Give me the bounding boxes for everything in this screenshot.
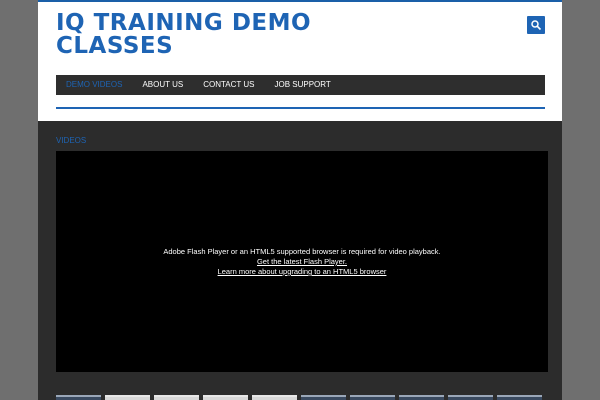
player-requirement-text: Adobe Flash Player or an HTML5 supported… (163, 247, 441, 256)
video-thumbnail[interactable] (350, 395, 395, 400)
page-container: IQ TRAINING DEMO CLASSES DEMO VIDEOS ABO… (38, 0, 562, 400)
nav-item-contact-us[interactable]: CONTACT US (193, 75, 264, 95)
video-thumbnail[interactable] (301, 395, 346, 400)
video-thumbnail[interactable] (203, 395, 248, 400)
nav-item-job-support[interactable]: JOB SUPPORT (264, 75, 340, 95)
main-nav: DEMO VIDEOS ABOUT US CONTACT US JOB SUPP… (56, 75, 545, 95)
video-thumbnail[interactable] (252, 395, 297, 400)
player-message: Adobe Flash Player or an HTML5 supported… (56, 247, 548, 277)
video-thumbnail[interactable] (497, 395, 542, 400)
flash-player-link[interactable]: Get the latest Flash Player. (56, 257, 548, 267)
site-header: IQ TRAINING DEMO CLASSES DEMO VIDEOS ABO… (38, 0, 562, 121)
video-thumbnail[interactable] (105, 395, 150, 400)
nav-item-about-us[interactable]: ABOUT US (132, 75, 193, 95)
nav-item-demo-videos[interactable]: DEMO VIDEOS (56, 75, 132, 95)
video-thumbnails (56, 395, 548, 400)
html5-upgrade-link[interactable]: Learn more about upgrading to an HTML5 b… (56, 267, 548, 277)
video-player[interactable]: Adobe Flash Player or an HTML5 supported… (56, 151, 548, 372)
nav-divider (56, 107, 545, 109)
section-title: VIDEOS (56, 136, 87, 145)
search-button[interactable] (527, 16, 545, 34)
video-thumbnail[interactable] (448, 395, 493, 400)
search-icon (531, 20, 542, 31)
video-thumbnail[interactable] (154, 395, 199, 400)
video-thumbnail[interactable] (399, 395, 444, 400)
video-thumbnail[interactable] (56, 395, 101, 400)
site-title[interactable]: IQ TRAINING DEMO CLASSES (56, 12, 356, 58)
